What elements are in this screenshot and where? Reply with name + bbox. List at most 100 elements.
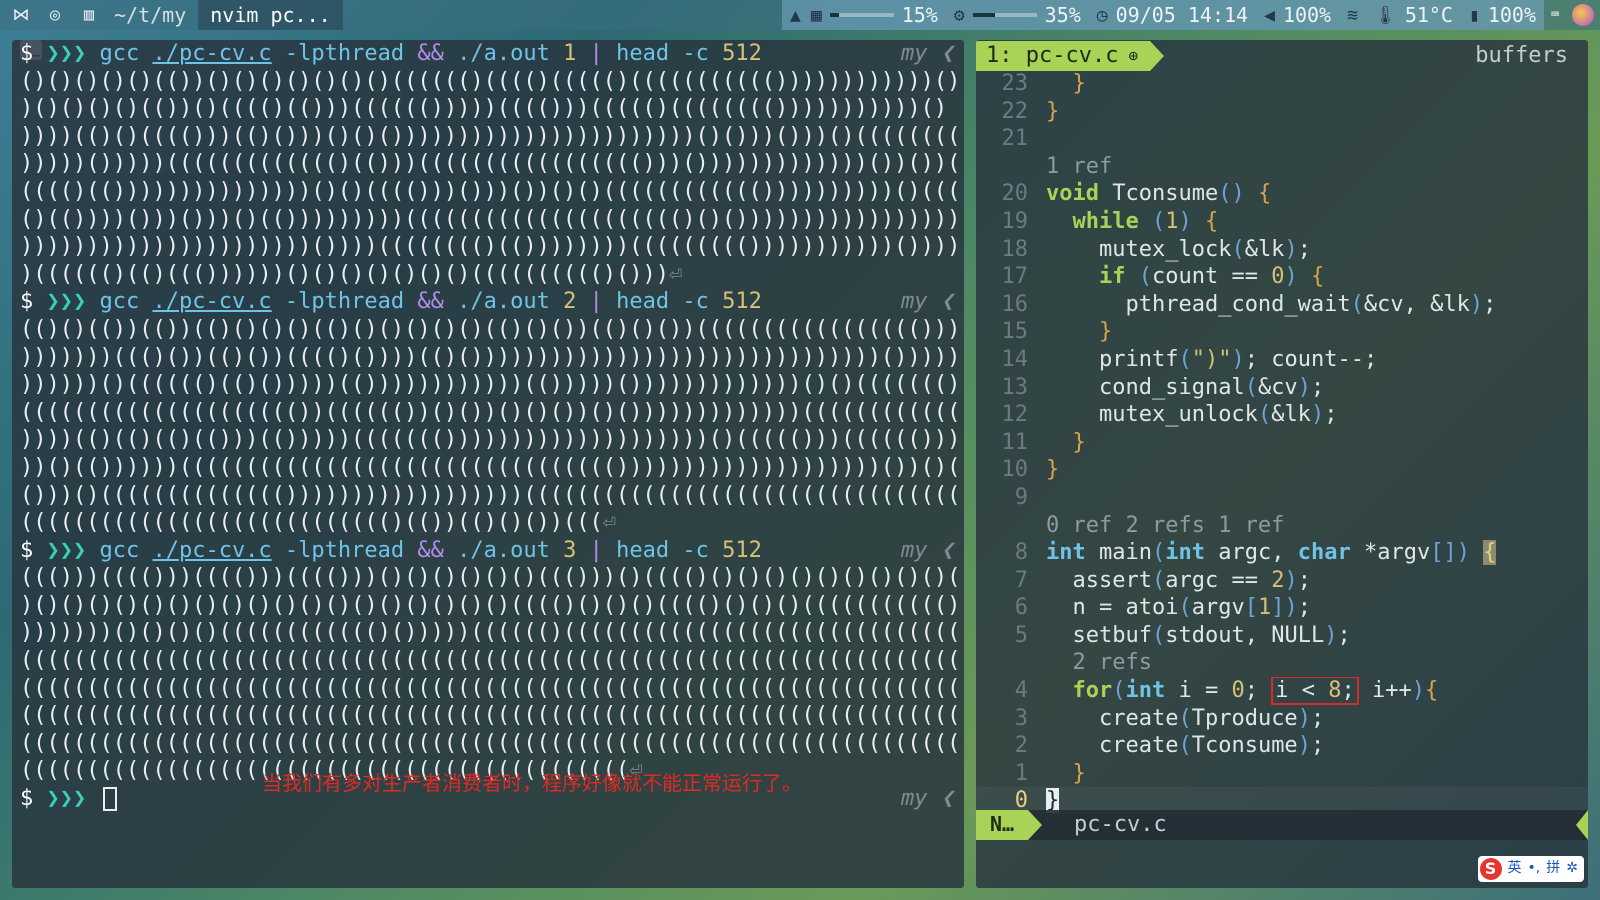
code-type: int [1125,678,1166,704]
code-line: 2 refs [976,649,1588,677]
terminal-cursor[interactable] [103,787,118,812]
wifi-icon: ≋ [1347,4,1358,26]
code-punct: == [1218,264,1272,290]
prompt-dollar: $ [20,537,47,563]
code-punct: ; [1297,595,1311,621]
code-text: while (1) { [1046,208,1219,234]
cpu-bar-fill [972,13,996,17]
vscode-icon[interactable]: ⋈ [8,3,34,27]
code-bracket: { [1257,181,1272,207]
code-punct [1046,292,1125,317]
code-text: 0 ref 2 refs 1 ref [1046,512,1285,538]
code-text: create(Tproduce); [1046,706,1324,731]
code-editor[interactable]: 23 } 22} 21 1 ref 20 void Tconsume() {19 whil… [976,70,1588,816]
code-line: 4 for(int i = 0; i < 8; i++){ [976,677,1588,705]
volume-bar [829,13,894,17]
code-text: } [1046,761,1086,786]
temp-widget[interactable]: 🌡 51°C [1365,0,1461,30]
output-text: ((((((((((((((((((((((((((((((((((((((((… [20,648,964,674]
clock-widget[interactable]: ◷ 09/05 14:14 [1088,0,1257,30]
code-text: for(int i = 0; i < 8; i++){ [1046,677,1438,705]
code-line: 12 mutex_unlock(&lk); [976,401,1588,429]
nvim-statusline: N… pc-cv.c [976,810,1588,840]
status-end-cap [1576,810,1588,840]
code-bracket: } [1046,457,1060,483]
code-line: 22} [976,98,1588,126]
code-punct: , [1271,540,1298,566]
code-bracket: ) [1297,374,1311,400]
terminal-pane[interactable]: $ ❯❯❯ gcc ./pc-cv.c -lpthread && ./a.out… [12,40,964,888]
battery-text: 100% [1487,3,1536,27]
code-punct: = [1085,595,1126,621]
cmd-gcc: gcc [99,289,153,315]
code-punct: & [1257,374,1272,400]
tab-pc-cv[interactable]: 1: pc-cv.c ⊕ [976,41,1165,71]
code-punct [1298,264,1311,289]
ime-indicator[interactable]: S 英 •, 拼 ✲ [1477,856,1584,882]
cmd-head: head -c [616,289,723,315]
code-punct [1046,595,1073,620]
code-ident: count [1151,264,1219,290]
prompt-dir-tag: my ❮ [901,786,954,812]
cmd-path-link[interactable]: ./pc-cv.c [152,538,271,563]
line-number: 9 [1014,484,1028,510]
cpu-widget[interactable]: ⚙ 35% [945,0,1089,30]
code-punct [1046,761,1073,786]
browser-icon[interactable]: ◎ [42,3,68,27]
keyboard-icon[interactable]: ⌨ [1544,5,1566,25]
cpu-icon: ⚙ [953,4,965,26]
sound-widget[interactable]: ◀ 100% [1256,0,1340,30]
cmd-bytes: 512 [722,537,762,563]
output-text: ()))()(((((((((((((())))))))))))))))))((… [20,482,964,508]
code-punct [1046,623,1073,648]
line-number: 20 [1001,181,1029,207]
nvim-pane[interactable]: 1: pc-cv.c ⊕ buffers 23 } 22} 21 1 ref 20 voi… [976,40,1588,888]
active-window-tab[interactable]: nvim pc... [198,0,343,30]
prompt-arrows: ❯❯❯ [46,786,100,812]
code-bracket: ( [1178,595,1192,621]
code-line: 6 n = atoi(argv[1]); [976,594,1588,622]
cmd-exec: ./a.out [457,537,564,563]
ime-mode: 拼 [1546,860,1561,877]
output-text: ()()()()()(())()()()()()()()(((((()(((()… [20,68,961,94]
code-punct [1205,540,1218,565]
code-ident: i [1178,678,1192,704]
code-text: int main(int argc, char *argv[]) { [1046,540,1497,566]
code-line: 1 ref [976,153,1588,181]
code-ident: create [1098,733,1179,759]
code-line: 18 mutex_lock(&lk); [976,236,1588,264]
cmd-path-link[interactable]: ./pc-cv.c [152,289,271,314]
volume-widget[interactable]: ▲ ▦ 15% [782,0,946,30]
code-bracket: ( [1231,236,1245,262]
output-text: ((((((((((((((((((((())(((((())()())()()… [20,399,964,425]
cmd-head: head -c [616,537,723,563]
matched-brace: { [1483,540,1497,566]
output-text: )(((((()(()((())))))()()()()()()()((((((… [20,261,670,287]
buffers-label[interactable]: buffers [1475,42,1568,70]
code-bracket: ( [1151,208,1166,234]
code-keyword: if [1098,264,1126,290]
code-punct: * [1350,540,1378,566]
clock-icon: ◷ [1096,4,1108,26]
wifi-widget[interactable]: ≋ [1339,0,1366,30]
cmd-path-link[interactable]: ./pc-cv.c [152,41,271,66]
code-line: 3 create(Tproduce); [976,705,1588,733]
output-line: ((((((((((((((((((((((((((((((((((((((((… [12,730,964,758]
layout-icon[interactable]: ▥ [76,3,102,27]
cwd-tab[interactable]: ~/t/my [102,0,198,30]
code-text: n = atoi(argv[1]); [1046,595,1311,620]
output-text: ((((((((((((((((((((((((((((((((((((((((… [20,675,964,701]
cmd-gcc: gcc [99,41,153,66]
code-punct [1046,375,1099,400]
code-keyword: void [1046,181,1099,207]
avatar[interactable] [1572,4,1594,26]
line-number: 14 [1001,346,1029,372]
code-punct: ; [1244,678,1272,704]
code-punct [1046,319,1099,344]
output-line: )()()()()(())()(((()(()))(((((()))))((((… [12,95,964,123]
cmd-exec: ./a.out [457,41,564,66]
code-bracket: ( [1151,567,1166,593]
battery-widget[interactable]: ▮ 100% [1460,0,1544,30]
line-number: 23 [1001,71,1029,96]
output-text: ))))(()(()(()(()))(()))))((((((())))))))… [20,427,961,453]
